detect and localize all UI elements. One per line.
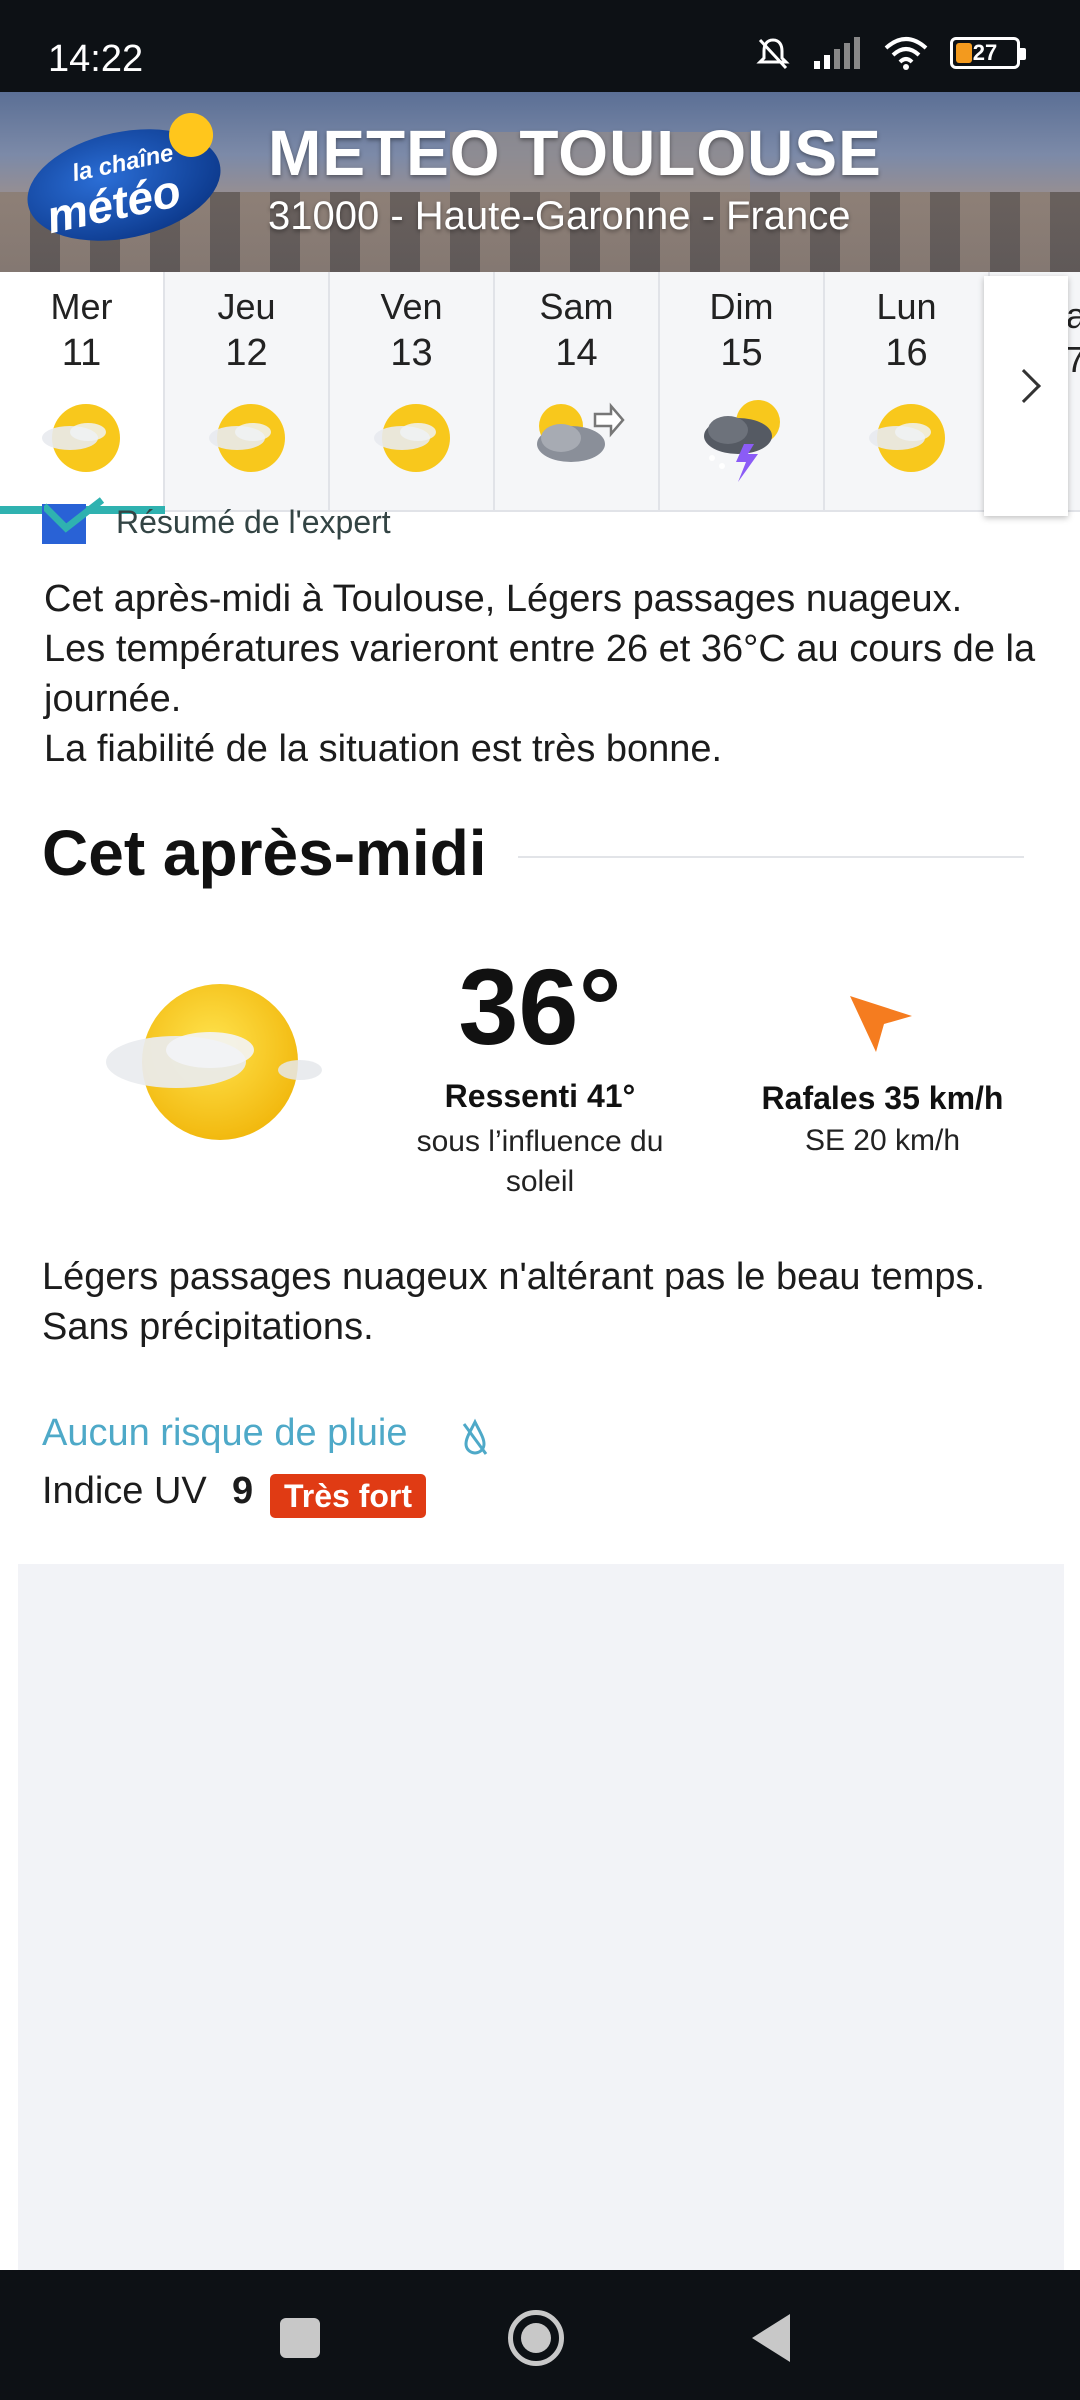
day-tab-sun[interactable]: Dim 15 <box>660 272 825 510</box>
city-title: METEO TOULOUSE <box>268 117 882 189</box>
ad-placeholder <box>18 1564 1064 2270</box>
day-tab-fri[interactable]: Ven 13 <box>330 272 495 510</box>
sun-partly-cloudy-icon <box>106 984 322 1140</box>
uv-index-label: Indice UV <box>42 1470 207 1512</box>
day-tab-peek[interactable]: a 7 <box>1066 294 1080 382</box>
status-time: 14:22 <box>48 38 144 80</box>
teal-check-icon <box>44 497 104 533</box>
cloud-wind-icon <box>537 402 625 462</box>
feels-like-note: sous l’influence du soleil <box>416 1125 664 1198</box>
battery-level: 27 <box>972 40 998 65</box>
chevron-right-icon <box>1007 369 1041 403</box>
wind-speed: SE 20 km/h <box>804 1124 961 1157</box>
expert-summary-text: Cet après-midi à Toulouse, Légers passag… <box>44 578 1036 770</box>
section-title: Cet après-midi <box>42 817 487 889</box>
wind-direction-icon <box>850 996 912 1052</box>
no-rain-icon <box>462 1418 488 1455</box>
expert-summary-label: Résumé de l'expert <box>116 504 391 540</box>
sun-partly-cloudy-icon <box>869 404 945 472</box>
battery-icon: 27 <box>950 37 1026 69</box>
day-tab-mon[interactable]: Lun 16 <box>825 272 990 510</box>
city-subtitle: 31000 - Haute-Garonne - France <box>268 194 851 238</box>
sun-partly-cloudy-icon <box>42 404 120 472</box>
wind-gusts: Rafales 35 km/h <box>761 1080 1004 1116</box>
uv-index-value: 9 <box>232 1470 254 1512</box>
home-button[interactable] <box>508 2310 564 2366</box>
weather-description: Légers passages nuageux n'altérant pas l… <box>42 1256 986 1348</box>
mute-icon <box>756 38 790 70</box>
section-divider <box>518 856 1024 858</box>
status-bar: 14:22 27 <box>0 0 1080 92</box>
next-days-button[interactable] <box>984 276 1068 516</box>
sun-partly-cloudy-icon <box>374 404 450 472</box>
signal-icon <box>814 37 860 69</box>
rain-risk: Aucun risque de pluie <box>42 1412 408 1454</box>
day-tab-thu[interactable]: Jeu 12 <box>165 272 330 510</box>
day-tab-sat[interactable]: Sam 14 <box>495 272 660 510</box>
back-button[interactable] <box>752 2314 790 2362</box>
status-icons: 27 <box>754 34 1026 72</box>
wifi-icon <box>884 37 928 70</box>
temperature-value: 36° <box>458 946 622 1067</box>
day-tab-wed[interactable]: Mer 11 <box>0 272 165 510</box>
uv-level-badge: Très fort <box>270 1474 427 1518</box>
recents-button[interactable] <box>280 2318 320 2358</box>
feels-like: Ressenti 41° <box>444 1078 636 1114</box>
system-nav-bar <box>0 2270 1080 2400</box>
day-selector: Mer 11 Jeu 12 Ven 13 Sam 14 Dim 15 Lun 1… <box>0 272 1080 516</box>
city-header: la chaîne météo METEO TOULOUSE 31000 - H… <box>0 92 1080 272</box>
sun-partly-cloudy-icon <box>209 404 285 472</box>
thunderstorm-icon <box>704 400 780 482</box>
